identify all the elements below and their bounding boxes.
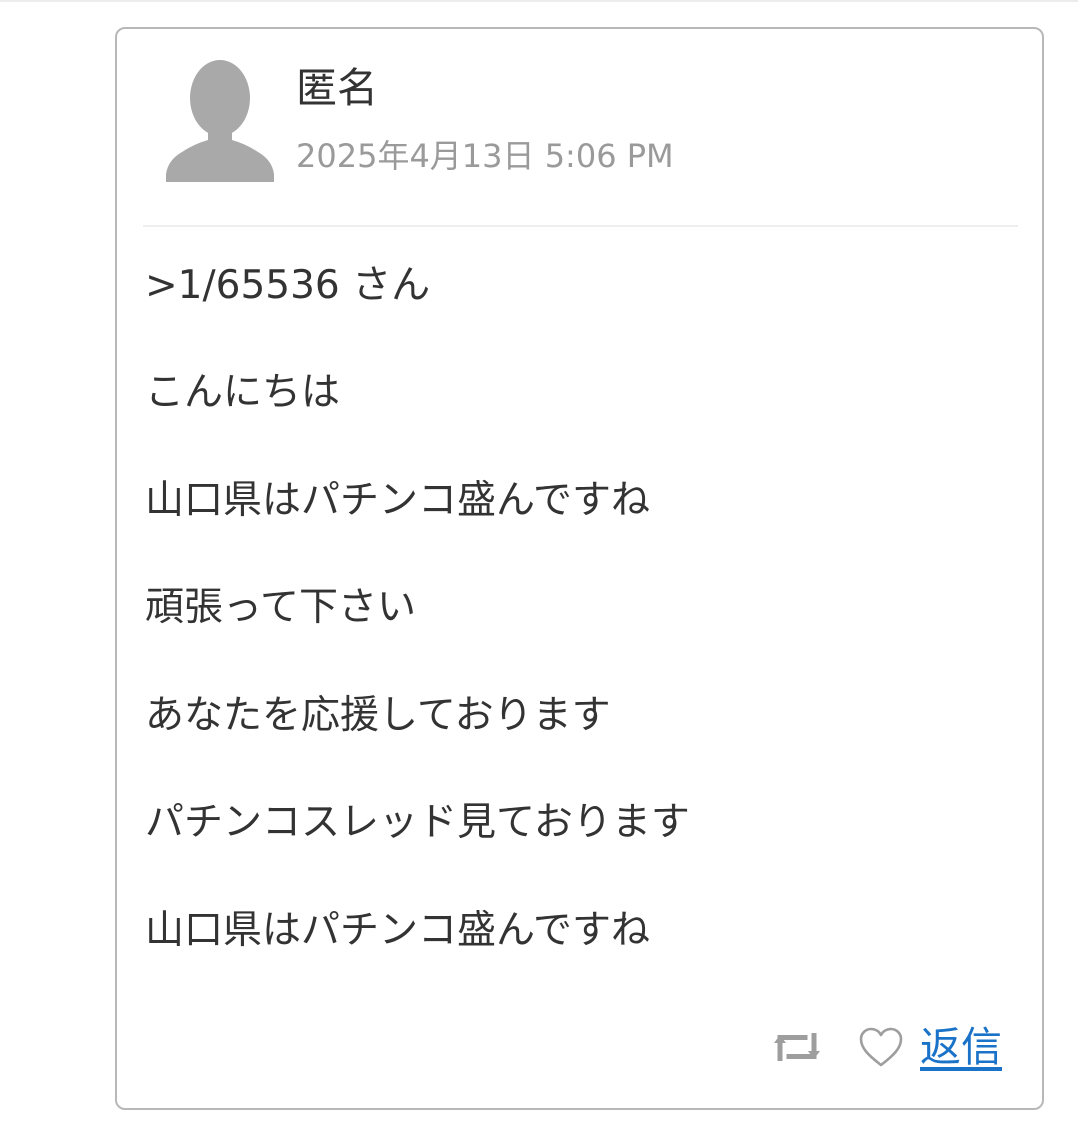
retweet-icon[interactable] (768, 1025, 826, 1069)
top-divider (0, 0, 1078, 2)
avatar (164, 54, 276, 182)
comment-actions: 返信 (768, 1019, 1002, 1075)
author-name: 匿名 (296, 64, 378, 112)
comment-line: あなたを応援しております (145, 693, 611, 738)
comment-line: 山口県はパチンコ盛んですね (145, 478, 651, 523)
comment-timestamp: 2025年4月13日 5:06 PM (296, 137, 674, 175)
comment-line: こんにちは (145, 370, 341, 415)
comment-line: パチンコスレッド見ております (145, 800, 690, 845)
heart-icon[interactable] (858, 1026, 904, 1068)
reply-link[interactable]: 返信 (920, 1020, 1002, 1074)
comment-line: 頑張って下さい (145, 585, 417, 630)
default-user-icon (166, 60, 274, 182)
comment-card: 匿名 2025年4月13日 5:06 PM >1/65536 さん こんにちは … (115, 27, 1044, 1110)
comment-line: 山口県はパチンコ盛んですね (145, 908, 651, 953)
header-divider (143, 225, 1018, 227)
comment-line: >1/65536 さん (145, 263, 431, 308)
